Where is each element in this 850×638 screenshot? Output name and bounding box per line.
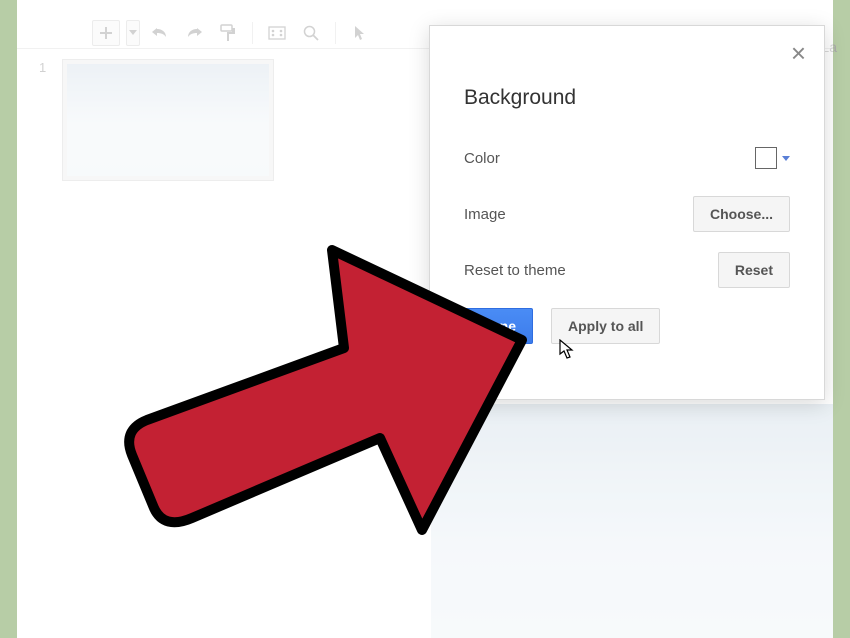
redo-icon — [185, 26, 203, 40]
reset-button[interactable]: Reset — [718, 252, 790, 288]
new-slide-dropdown[interactable] — [126, 20, 140, 46]
zoom-button[interactable] — [297, 20, 325, 46]
image-label: Image — [464, 206, 506, 223]
dialog-actions: Done Apply to all — [464, 308, 790, 344]
undo-button[interactable] — [146, 20, 174, 46]
cursor-icon — [354, 25, 366, 41]
mouse-cursor-icon — [559, 339, 575, 359]
paint-format-button[interactable] — [214, 20, 242, 46]
reset-label: Reset to theme — [464, 262, 566, 279]
undo-icon — [151, 26, 169, 40]
plus-icon — [100, 27, 112, 39]
close-button[interactable]: × — [791, 44, 806, 62]
chevron-down-icon — [129, 30, 137, 35]
toolbar-separator — [335, 22, 336, 44]
slide-canvas[interactable] — [431, 404, 833, 638]
color-row: Color — [464, 140, 790, 176]
color-swatch-box — [755, 147, 777, 169]
dialog-title: Background — [464, 86, 790, 110]
paint-roller-icon — [220, 24, 236, 42]
zoom-fit-button[interactable] — [263, 20, 291, 46]
redo-button[interactable] — [180, 20, 208, 46]
slide-number: 1 — [39, 60, 46, 75]
color-label: Color — [464, 150, 500, 167]
app-frame: La 1 × Background Color Image Choose... … — [17, 0, 833, 638]
image-row: Image Choose... — [464, 196, 790, 232]
toolbar-separator — [252, 22, 253, 44]
select-tool-button[interactable] — [346, 20, 374, 46]
done-button[interactable]: Done — [464, 308, 533, 344]
zoom-icon — [303, 25, 319, 41]
slide-thumbnail[interactable] — [63, 60, 273, 180]
color-picker[interactable] — [755, 147, 790, 169]
chevron-down-icon — [782, 156, 790, 161]
fit-icon — [268, 26, 286, 40]
reset-row: Reset to theme Reset — [464, 252, 790, 288]
choose-image-button[interactable]: Choose... — [693, 196, 790, 232]
new-slide-button[interactable] — [92, 20, 120, 46]
background-dialog: × Background Color Image Choose... Reset… — [429, 25, 825, 400]
close-icon: × — [791, 38, 806, 68]
